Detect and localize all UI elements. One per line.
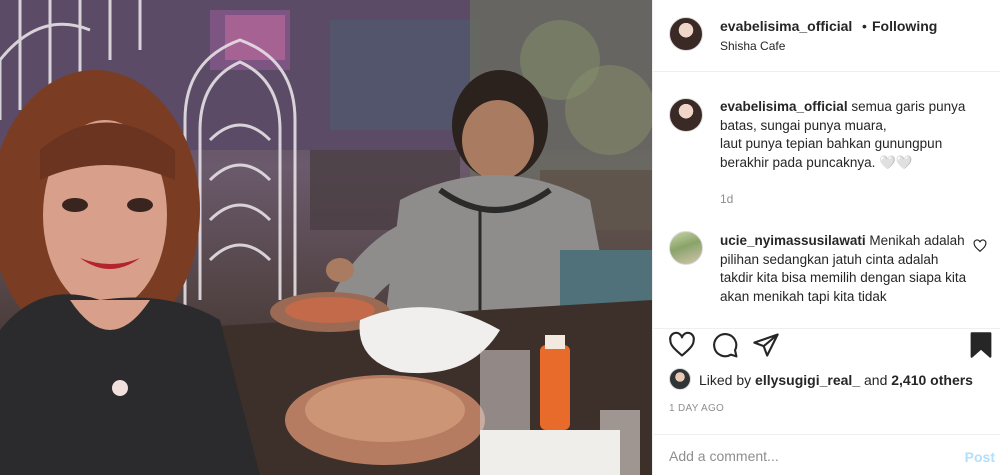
post-sidebar: evabelisima_official • Following Shisha … [652,0,1000,475]
comment-text: ucie_nyimassusilawati Menikah adalah pil… [720,232,968,306]
author-avatar[interactable] [669,17,703,51]
separator-dot: • [862,18,867,34]
liker-avatar[interactable] [669,368,691,390]
comment-icon[interactable] [711,331,739,359]
comments-list[interactable]: evabelisima_official semua garis punya b… [653,73,1000,328]
action-bar [653,328,1000,368]
caption-username[interactable]: evabelisima_official [720,99,848,114]
location-link[interactable]: Shisha Cafe [720,39,785,53]
caption-avatar[interactable] [669,98,703,132]
following-button[interactable]: Following [872,18,937,34]
post-comment-button[interactable]: Post [965,449,995,465]
comment-heart-icon[interactable] [973,239,987,253]
photo-illustration [0,0,652,475]
likes-prefix: Liked by [699,372,752,388]
bookmark-icon[interactable] [967,331,995,359]
commenter-avatar[interactable] [669,231,703,265]
likes-count[interactable]: 2,410 others [891,372,973,388]
add-comment-bar: Post [653,434,1000,475]
caption-text: evabelisima_official semua garis punya b… [720,98,982,172]
liker-username[interactable]: ellysugigi_real_ [755,372,860,388]
share-icon[interactable] [752,331,780,359]
comment-input[interactable] [669,445,939,467]
post-timestamp[interactable]: 1 DAY AGO [669,403,724,414]
post-header: evabelisima_official • Following Shisha … [653,0,1000,72]
heart-icon[interactable] [668,331,696,359]
likes-summary: Liked by ellysugigi_real_ and 2,410 othe… [653,368,1000,392]
likes-conj: and [864,372,888,388]
post-photo[interactable] [0,0,652,475]
caption-age[interactable]: 1d [720,192,733,206]
likes-text: Liked by ellysugigi_real_ and 2,410 othe… [699,372,973,388]
commenter-username[interactable]: ucie_nyimassusilawati [720,233,866,248]
author-username[interactable]: evabelisima_official [720,18,852,34]
